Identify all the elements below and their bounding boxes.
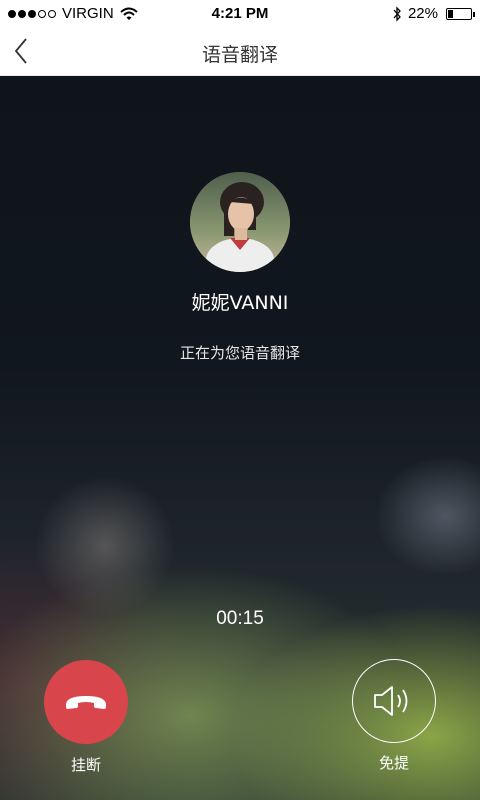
phone-screen: VIRGIN 4:21 PM 22% 语音翻译 妮妮VANNI 正在为您语音翻译… [0,0,480,800]
battery-icon [446,7,475,20]
page-title: 语音翻译 [201,44,278,66]
speaker-button[interactable] [352,659,436,743]
call-screen-background: 妮妮VANNI 正在为您语音翻译 00:15 挂断 免提 [0,76,480,800]
call-timer: 00:15 [216,608,264,629]
bluetooth-icon [392,5,402,22]
call-status-text: 正在为您语音翻译 [179,344,300,362]
phone-hangup-icon [66,696,106,709]
battery-percent: 22% [407,5,438,22]
speaker-label: 免提 [378,754,409,772]
nav-bar: 语音翻译 [0,28,480,76]
avatar-photo [190,172,290,272]
hangup-label: 挂断 [70,756,101,774]
hangup-button[interactable] [44,660,128,744]
contact-avatar [190,172,290,272]
battery-level-fill [448,9,453,18]
speaker-icon [374,686,408,716]
status-bar: VIRGIN 4:21 PM 22% [0,0,480,28]
status-right: 22% [392,5,475,22]
contact-name: 妮妮VANNI [191,292,289,314]
